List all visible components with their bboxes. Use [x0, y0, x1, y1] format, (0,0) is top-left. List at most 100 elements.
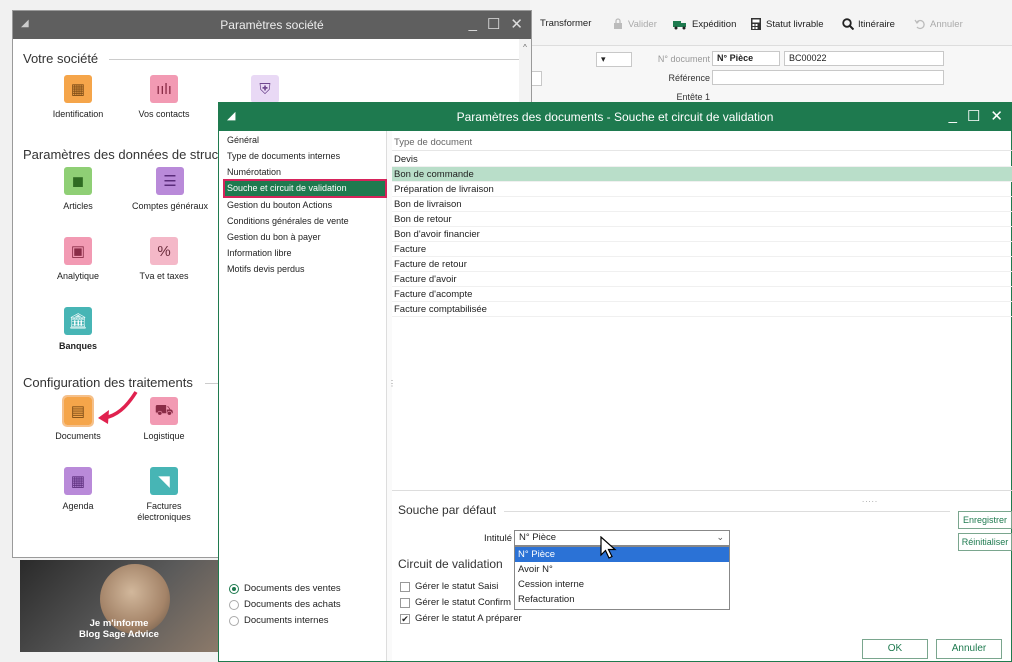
ad-banner[interactable]: Je m'informe Blog Sage Advice — [20, 560, 218, 652]
list-row-facture-comptabilisee[interactable]: Facture comptabilisée — [392, 302, 1012, 317]
list-row-facture-acompte[interactable]: Facture d'acompte — [392, 287, 1012, 302]
reference-field[interactable] — [712, 70, 944, 85]
numero-value: N° Pièce — [717, 53, 754, 63]
list-row-facture-retour[interactable]: Facture de retour — [392, 257, 1012, 272]
list-row-bon-avoir-financier[interactable]: Bon d'avoir financier — [392, 227, 1012, 242]
checkbox-checked[interactable]: ✔ — [400, 613, 410, 624]
close-icon[interactable]: ✕ — [510, 15, 523, 33]
list-row-facture-avoir[interactable]: Facture d'avoir — [392, 272, 1012, 287]
forklift-icon: ⛟ — [150, 397, 178, 425]
tile-label: Analytique — [56, 271, 100, 281]
tile-tva-taxes[interactable]: % Tva et taxes — [119, 237, 209, 282]
list-row-preparation-livraison[interactable]: Préparation de livraison — [392, 182, 1012, 197]
maximize-icon[interactable]: ☐ — [487, 15, 500, 33]
building-icon: ▦ — [64, 75, 92, 103]
list-row-bon-retour[interactable]: Bon de retour — [392, 212, 1012, 227]
tile-label: Articles — [63, 201, 93, 211]
intitule-select[interactable]: N° Pièce ⌄ — [514, 530, 730, 546]
radio-documents-ventes[interactable]: Documents des ventes — [229, 583, 341, 594]
nav-item-general[interactable]: Général — [225, 133, 385, 148]
bank-icon: 🏛 — [64, 307, 92, 335]
checkbox-label: Gérer le statut Confirm — [415, 597, 512, 608]
list-header: Type de document — [392, 135, 1012, 151]
tile-identification[interactable]: ▦ Identification — [33, 75, 123, 120]
valider-button[interactable]: Valider — [612, 18, 657, 30]
check-statut-saisi[interactable]: Gérer le statut Saisi — [400, 581, 498, 592]
radio-button[interactable] — [229, 583, 239, 594]
list-row-bon-commande[interactable]: Bon de commande — [392, 167, 1012, 182]
tile-comptes-generaux[interactable]: ☰ Comptes généraux — [125, 167, 215, 212]
option-avoir[interactable]: Avoir N° — [515, 562, 729, 577]
checkbox[interactable] — [400, 581, 410, 592]
list-row-devis[interactable]: Devis — [392, 152, 1012, 167]
piece-number-field[interactable]: BC00022 — [784, 51, 944, 66]
rss-icon: ◥ — [150, 467, 178, 495]
calendar-icon: ▦ — [64, 467, 92, 495]
list-row-facture[interactable]: Facture — [392, 242, 1012, 257]
calculator-icon — [751, 18, 761, 30]
minimize-icon[interactable]: _ — [949, 107, 957, 125]
societe-title: Paramètres société — [220, 18, 324, 32]
close-icon[interactable]: ✕ — [990, 107, 1003, 125]
reinitialiser-button[interactable]: Réinitialiser — [958, 533, 1012, 551]
checkbox[interactable] — [400, 597, 410, 608]
tile-vos-contacts[interactable]: ıılı Vos contacts — [119, 75, 209, 120]
list-row-bon-livraison[interactable]: Bon de livraison — [392, 197, 1012, 212]
option-refacturation[interactable]: Refacturation — [515, 592, 729, 607]
tile-articles[interactable]: ◼ Articles — [33, 167, 123, 212]
dialog-titlebar: ◢ Paramètres des documents - Souche et c… — [219, 103, 1011, 131]
itineraire-button[interactable]: Itinéraire — [842, 18, 895, 30]
lock-icon — [614, 18, 622, 29]
tile-factures-electroniques[interactable]: ◥ Factures électroniques — [119, 467, 209, 523]
tile-agenda[interactable]: ▦ Agenda — [33, 467, 123, 512]
toolbar-label: Statut livrable — [766, 18, 824, 30]
toolbar-label: Transformer — [540, 18, 592, 29]
search-icon — [842, 18, 854, 30]
option-numero-piece[interactable]: N° Pièce — [515, 547, 729, 562]
mouse-cursor-icon — [600, 536, 617, 559]
nav-item-souche-circuit[interactable]: Souche et circuit de validation — [223, 179, 387, 198]
radio-documents-achats[interactable]: Documents des achats — [229, 599, 341, 610]
check-statut-confirme[interactable]: Gérer le statut Confirm — [400, 597, 511, 608]
option-cession-interne[interactable]: Cession interne — [515, 577, 729, 592]
chart-box-icon: ▣ — [64, 237, 92, 265]
ad-text: Je m'informe Blog Sage Advice — [20, 618, 218, 640]
check-statut-a-preparer[interactable]: ✔ Gérer le statut A préparer — [400, 613, 522, 624]
enregistrer-button[interactable]: Enregistrer — [958, 511, 1012, 529]
ad-line2: Blog Sage Advice — [79, 629, 159, 640]
statut-livrable-button[interactable]: Statut livrable — [750, 18, 824, 30]
nav-item-bon-a-payer[interactable]: Gestion du bon à payer — [225, 230, 385, 245]
nav-item-numerotation[interactable]: Numérotation — [225, 165, 385, 180]
radio-button[interactable] — [229, 599, 239, 610]
tile-banques[interactable]: 🏛 Banques — [33, 307, 123, 352]
numero-select[interactable]: N° Pièce — [712, 51, 780, 66]
circuit-title: Circuit de validation — [398, 557, 503, 571]
nav-item-information-libre[interactable]: Information libre — [225, 246, 385, 261]
nav-item-types-internes[interactable]: Type de documents internes — [225, 149, 385, 164]
toolbar-label: Itinéraire — [858, 18, 895, 30]
radio-button[interactable] — [229, 615, 239, 626]
percent-icon: % — [150, 237, 178, 265]
transformer-button[interactable]: Transformer — [540, 18, 591, 29]
annuler-button[interactable]: Annuler — [936, 639, 1002, 659]
tile-label: Comptes généraux — [131, 201, 209, 211]
radio-documents-internes[interactable]: Documents internes — [229, 615, 328, 626]
nav-item-conditions-vente[interactable]: Conditions générales de vente — [225, 214, 385, 229]
minimize-icon[interactable]: _ — [469, 15, 477, 33]
nav-item-bouton-actions[interactable]: Gestion du bouton Actions — [225, 198, 385, 213]
tile-label: Factures électroniques — [137, 501, 191, 522]
divider — [504, 511, 950, 512]
reference-label: Référence — [668, 73, 710, 83]
ad-line1: Je m'informe — [89, 618, 149, 629]
scroll-up-icon[interactable]: ^ — [519, 39, 531, 52]
dialog-title: Paramètres des documents - Souche et cir… — [456, 110, 774, 124]
maximize-icon[interactable]: ☐ — [967, 107, 980, 125]
tile-analytique[interactable]: ▣ Analytique — [33, 237, 123, 282]
numbering-mode-select[interactable]: ▾ — [596, 52, 632, 67]
annuler-toolbar-button[interactable]: Annuler — [914, 18, 963, 30]
toolbar-label: Valider — [628, 18, 657, 30]
expedition-button[interactable]: Expédition — [672, 18, 736, 30]
nav-item-motifs-devis[interactable]: Motifs devis perdus — [225, 262, 385, 277]
ok-button[interactable]: OK — [862, 639, 928, 659]
section-votre-societe: Votre société — [23, 51, 99, 66]
